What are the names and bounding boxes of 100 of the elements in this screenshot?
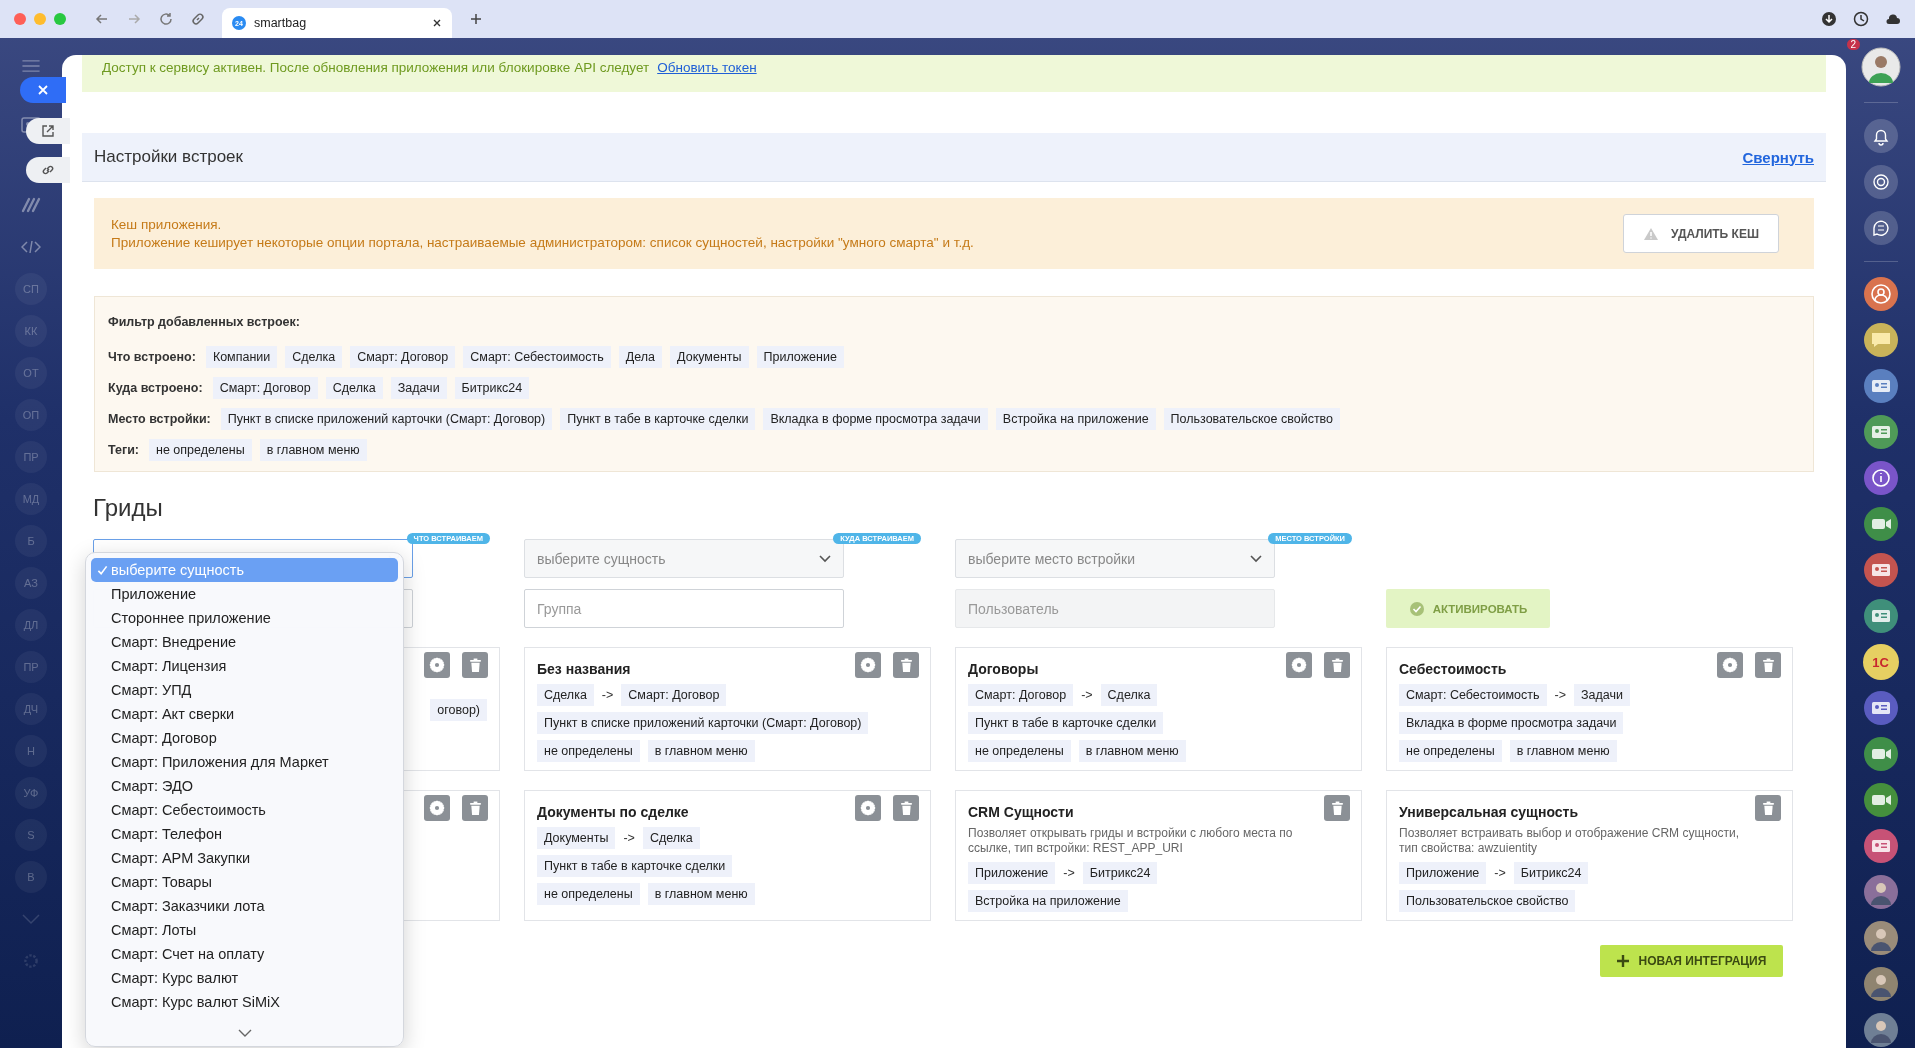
filter-chip[interactable]: Смарт: Договор <box>350 346 456 368</box>
contact-card-icon[interactable] <box>1862 414 1899 450</box>
dropdown-option[interactable]: Смарт: Лоты <box>91 918 398 942</box>
filter-chip[interactable]: Приложение <box>756 346 844 368</box>
dropdown-option[interactable]: Стороннее приложение <box>91 606 398 630</box>
filter-chip[interactable]: Пункт в табе в карточке сделки <box>560 408 756 430</box>
close-button[interactable] <box>20 77 66 103</box>
clock-icon[interactable] <box>1853 11 1869 27</box>
dropdown-option[interactable]: Смарт: Курс валют SiMiX <box>91 990 398 1014</box>
filter-chip[interactable]: Пользовательское свойство <box>1163 408 1341 430</box>
dropdown-option[interactable]: Смарт: Внедрение <box>91 630 398 654</box>
contact-card-icon[interactable] <box>1862 828 1899 864</box>
delete-button[interactable] <box>1324 652 1350 678</box>
filter-chip[interactable]: Дела <box>618 346 663 368</box>
delete-button[interactable] <box>893 652 919 678</box>
contact-card-icon[interactable] <box>1862 598 1899 634</box>
trash-icon <box>468 657 482 673</box>
info-icon[interactable] <box>1862 460 1899 496</box>
filter-label: Место встройки: <box>108 412 211 426</box>
dropdown-option[interactable]: Приложение <box>91 582 398 606</box>
dropdown-option[interactable]: Смарт: Лицензия <box>91 654 398 678</box>
delete-button[interactable] <box>1755 652 1781 678</box>
settings-button[interactable] <box>855 652 881 678</box>
user-avatar[interactable] <box>1860 47 1901 87</box>
filter-chip[interactable]: Пункт в списке приложений карточки (Смарт: Договор) <box>220 408 553 430</box>
dropdown-option[interactable]: Смарт: Себестоимость <box>91 798 398 822</box>
app-logo[interactable]: 1С <box>1862 644 1899 680</box>
filter-chip[interactable]: Битрикс24 <box>454 377 530 399</box>
video-camera-icon[interactable] <box>1862 782 1899 818</box>
delete-button[interactable] <box>462 795 488 821</box>
copy-link-button[interactable] <box>26 157 70 183</box>
code-icon[interactable] <box>21 239 41 255</box>
contact-avatar[interactable] <box>1862 874 1899 910</box>
filter-chip[interactable]: Смарт: Себестоимость <box>463 346 611 368</box>
dropdown-option[interactable]: Смарт: Приложения для Маркет <box>91 750 398 774</box>
filter-chip[interactable]: Задачи <box>390 377 447 399</box>
source-chip: Приложение <box>968 862 1056 884</box>
card-description: Позволяет открывать гриды и встройки с любого места по ссылке, тип встройки: REST_APP_URI <box>968 826 1294 856</box>
video-camera-icon[interactable] <box>1862 736 1899 772</box>
dropdown-option[interactable]: Смарт: АРМ Закупки <box>91 846 398 870</box>
dropdown-option[interactable]: Смарт: Курс валют <box>91 966 398 990</box>
contact-card-icon[interactable] <box>1862 690 1899 726</box>
contact-card-icon[interactable] <box>1862 552 1899 588</box>
new-integration-button[interactable]: НОВАЯ ИНТЕГРАЦИЯ <box>1600 945 1783 977</box>
filter-chip[interactable]: в главном меню <box>259 439 367 461</box>
dropdown-option[interactable]: Смарт: Товары <box>91 870 398 894</box>
delete-button[interactable] <box>462 652 488 678</box>
input-field[interactable]: Группа <box>524 589 844 628</box>
filter-chip[interactable]: Вкладка в форме просмотра задачи <box>763 408 988 430</box>
settings-button[interactable] <box>424 795 450 821</box>
brush-strokes-icon[interactable] <box>21 197 41 213</box>
settings-button[interactable] <box>1717 652 1743 678</box>
filter-chip[interactable]: Сделка <box>325 377 383 399</box>
close-tab-icon[interactable] <box>432 18 442 28</box>
tag-chip: не определены <box>537 883 640 905</box>
dropdown-option[interactable]: Смарт: Счет на оплату <box>91 942 398 966</box>
bell-icon[interactable] <box>1862 117 1899 154</box>
settings-button[interactable] <box>1286 652 1312 678</box>
filter-chip[interactable]: Компании <box>205 346 278 368</box>
card-title: Себестоимость <box>1399 661 1507 677</box>
dropdown-option[interactable]: Смарт: УПД <box>91 678 398 702</box>
dropdown-option[interactable]: Смарт: Заказчики лота <box>91 894 398 918</box>
target-chip: Сделка <box>1100 684 1158 706</box>
link-icon[interactable] <box>190 11 206 27</box>
delete-button[interactable] <box>1755 795 1781 821</box>
dropdown-option[interactable]: Смарт: Телефон <box>91 822 398 846</box>
collapse-link[interactable]: Свернуть <box>1742 148 1814 166</box>
delete-button[interactable] <box>893 795 919 821</box>
cloud-icon[interactable] <box>1885 11 1901 27</box>
dropdown-option[interactable]: Смарт: Акт сверки <box>91 702 398 726</box>
refresh-token-link[interactable]: Обновить токен <box>657 60 757 75</box>
trash-icon <box>1761 800 1775 816</box>
chat-exchange-icon[interactable] <box>1862 209 1899 246</box>
chat-bubble-icon[interactable] <box>1862 322 1899 358</box>
dropdown-option[interactable]: Смарт: ЭДО <box>91 774 398 798</box>
contact-card-icon[interactable] <box>1862 368 1899 404</box>
download-icon[interactable] <box>1821 11 1837 27</box>
contact-avatar[interactable] <box>1862 920 1899 956</box>
gear-icon <box>429 657 445 673</box>
user-icon[interactable] <box>1862 276 1899 312</box>
placement-chip: Пользовательское свойство <box>1399 890 1576 912</box>
filter-chip[interactable]: не определены <box>149 439 252 461</box>
trash-icon <box>899 657 913 673</box>
filter-chip[interactable]: Смарт: Договор <box>212 377 318 399</box>
open-in-new-window-button[interactable] <box>26 118 70 144</box>
filter-chip[interactable]: Документы <box>670 346 749 368</box>
settings-button[interactable] <box>855 795 881 821</box>
contact-avatar[interactable] <box>1862 966 1899 1002</box>
video-camera-icon[interactable] <box>1862 506 1899 542</box>
filter-chip[interactable]: Сделка <box>285 346 343 368</box>
clear-cache-button[interactable]: УДАЛИТЬ КЕШ <box>1623 214 1779 253</box>
reload-icon[interactable] <box>158 11 174 27</box>
filter-chip[interactable]: Встройка на приложение <box>995 408 1156 430</box>
contact-avatar[interactable] <box>1862 1012 1899 1048</box>
dropdown-option[interactable]: Смарт: Договор <box>91 726 398 750</box>
settings-button[interactable] <box>424 652 450 678</box>
delete-button[interactable] <box>1324 795 1350 821</box>
scroll-down-icon[interactable] <box>237 1029 252 1037</box>
chevron-down-icon <box>819 554 831 563</box>
new-tab-icon[interactable] <box>468 11 484 27</box>
